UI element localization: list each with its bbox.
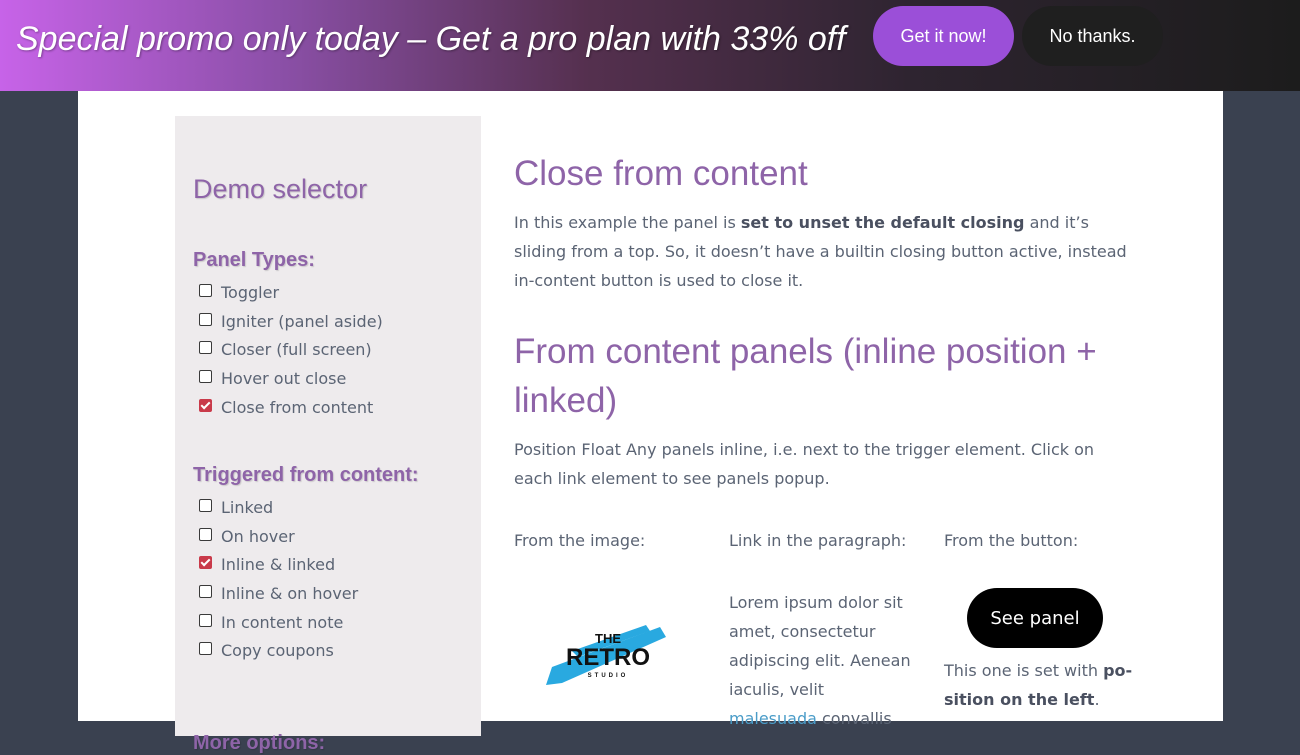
option-label: Hover out close <box>221 368 347 388</box>
checkbox[interactable] <box>199 642 212 656</box>
checkbox[interactable] <box>199 369 212 383</box>
checkbox[interactable] <box>199 283 212 297</box>
checkbox[interactable] <box>199 613 212 627</box>
option-label: Closer (full screen) <box>221 340 372 360</box>
section-paragraph: Position Float Any panels inline, i.e. n… <box>514 440 1095 488</box>
option-label: In content note <box>221 612 344 632</box>
paragraph-column-label: Link in the paragraph: <box>729 531 907 550</box>
lorem-paragraph: Lorem ipsum dolor sit amet, consectetur … <box>729 593 911 728</box>
option-hover-out-close[interactable]: Hover out close <box>199 364 383 393</box>
checkbox[interactable] <box>199 584 212 598</box>
option-close-from-content[interactable]: Close from content <box>199 393 383 422</box>
triggered-from-content-heading: Triggered from content: <box>193 464 419 486</box>
triggered-list: Linked On hover Inline & linked Inline &… <box>199 493 358 665</box>
option-label: Inline & linked <box>221 555 336 575</box>
option-in-content-note[interactable]: In content note <box>199 608 358 637</box>
option-linked[interactable]: Linked <box>199 493 358 522</box>
checkbox-checked[interactable] <box>199 556 212 570</box>
checkbox[interactable] <box>199 498 212 512</box>
demo-selector-sidebar: Demo selector Panel Types: Toggler Ignit… <box>175 116 481 754</box>
image-column-label: From the image: <box>514 531 646 550</box>
button-column-label: From the button: <box>944 531 1079 550</box>
option-toggler[interactable]: Toggler <box>199 278 383 307</box>
logo-text-retro: RETRO <box>566 644 650 671</box>
logo-text-studio: STUDIO <box>588 673 629 679</box>
option-label: Copy coupons <box>221 641 334 661</box>
section-title: From content panels (inline position + l… <box>514 332 1097 420</box>
intro-paragraph: In this example the panel is set to unse… <box>514 213 1127 290</box>
get-it-now-button[interactable]: Get it now! <box>873 6 1014 66</box>
option-igniter[interactable]: Igniter (panel aside) <box>199 307 383 336</box>
checkbox-checked[interactable] <box>199 398 212 412</box>
option-closer[interactable]: Closer (full screen) <box>199 335 383 364</box>
option-copy-coupons[interactable]: Copy coupons <box>199 636 358 665</box>
option-label: Close from content <box>221 397 374 417</box>
checkbox[interactable] <box>199 527 212 541</box>
see-panel-button[interactable]: See panel <box>967 588 1103 648</box>
checkbox[interactable] <box>199 312 212 326</box>
option-label: Inline & on hover <box>221 583 359 603</box>
button-note: This one is set with po­sition on the le… <box>944 661 1133 709</box>
page-title: Close from content <box>514 154 808 193</box>
option-label: Linked <box>221 497 274 517</box>
panel-types-heading: Panel Types: <box>193 249 315 271</box>
malesuada-link[interactable]: malesuada <box>729 709 817 728</box>
option-on-hover[interactable]: On hover <box>199 522 358 551</box>
option-inline-linked[interactable]: Inline & linked <box>199 550 358 579</box>
panel-types-list: Toggler Igniter (panel aside) Closer (fu… <box>199 278 383 421</box>
retro-studio-logo[interactable]: THE RETRO STUDIO <box>542 623 668 689</box>
sidebar-title: Demo selector <box>193 174 368 204</box>
page-container: Demo selector Panel Types: Toggler Ignit… <box>78 91 1223 754</box>
more-options-heading: More options: <box>193 732 326 754</box>
checkbox[interactable] <box>199 341 212 355</box>
no-thanks-button[interactable]: No thanks. <box>1022 6 1163 66</box>
promo-bar: Special promo only today – Get a pro pla… <box>0 0 1300 91</box>
option-label: Igniter (panel aside) <box>221 311 383 331</box>
option-label: On hover <box>221 526 295 546</box>
promo-text: Special promo only today – Get a pro pla… <box>16 20 846 58</box>
option-label: Toggler <box>221 282 280 302</box>
option-inline-on-hover[interactable]: Inline & on hover <box>199 579 358 608</box>
